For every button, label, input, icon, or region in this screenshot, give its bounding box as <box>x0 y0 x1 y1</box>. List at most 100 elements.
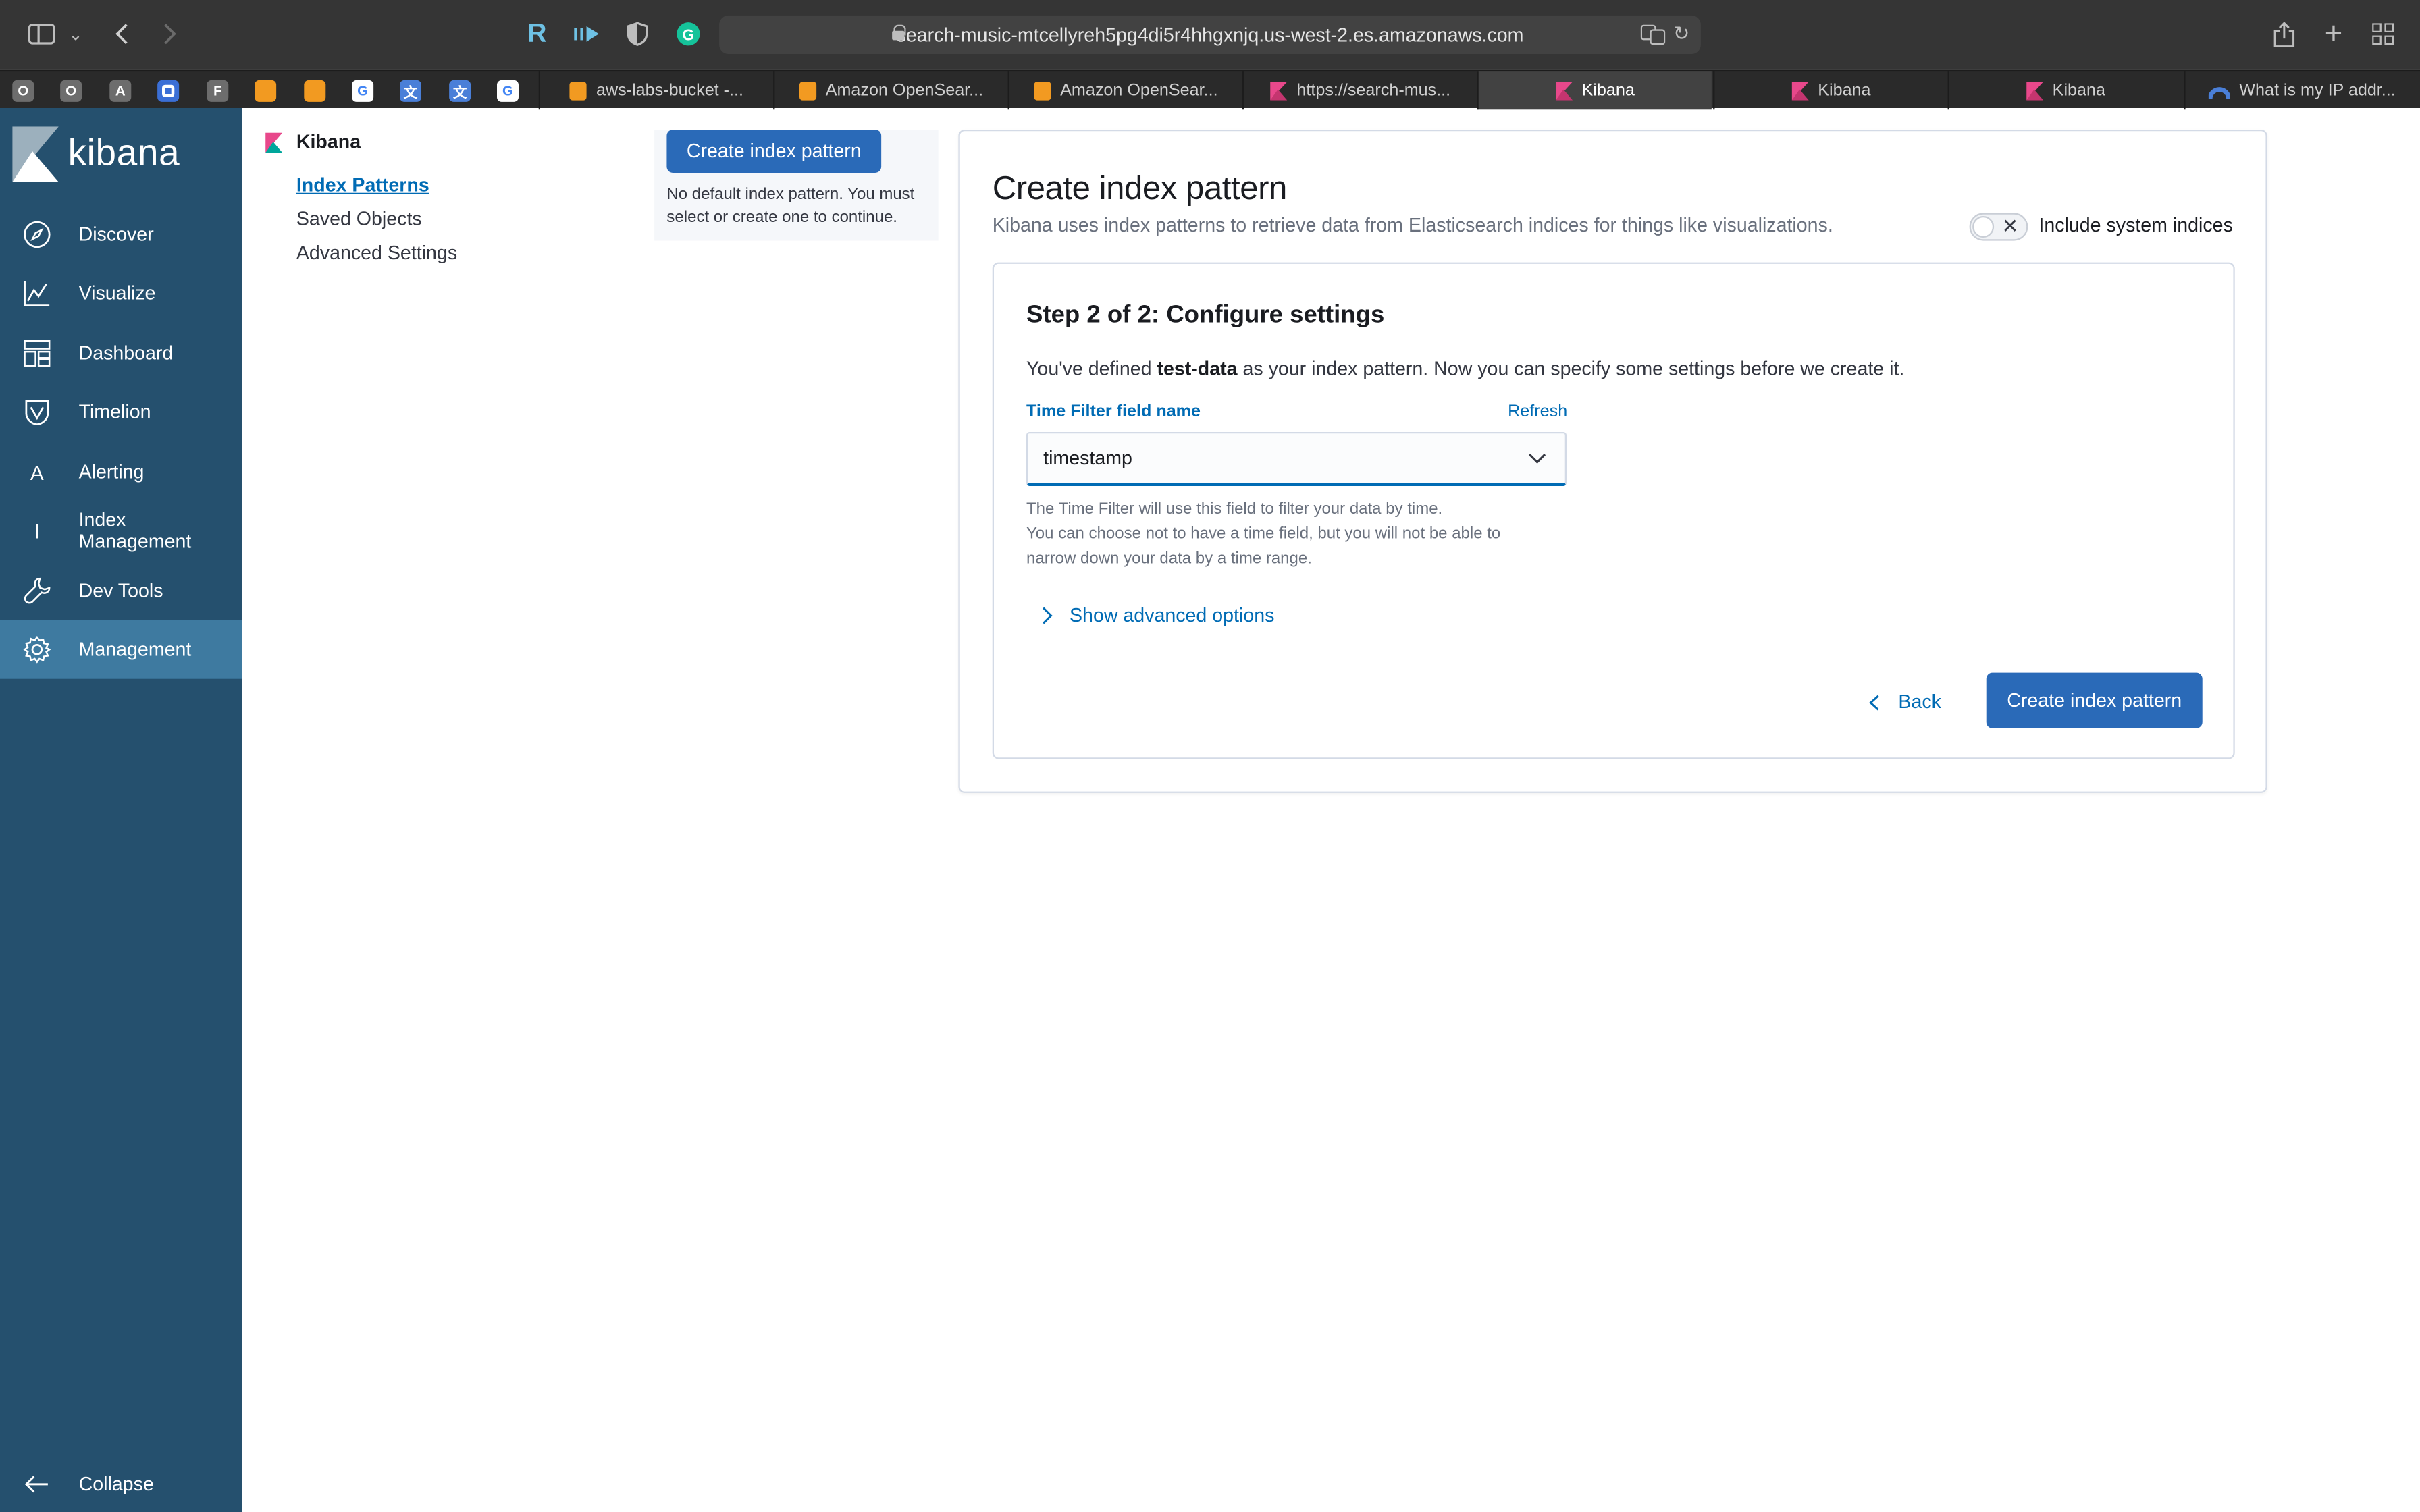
timelion-icon <box>22 396 53 427</box>
nav-label: Dashboard <box>78 342 174 364</box>
select-value: timestamp <box>1043 447 1132 469</box>
index-pattern-list: Create index pattern No default index pa… <box>654 130 939 241</box>
tab-title: Amazon OpenSear... <box>1060 81 1218 100</box>
letter-a-icon: A <box>30 460 44 484</box>
step-description: You've defined test-data as your index p… <box>1026 358 1904 379</box>
grammarly-icon[interactable]: G <box>673 17 704 51</box>
pinned-tab-google-1[interactable]: G <box>352 80 374 102</box>
nav-label: Dev Tools <box>78 580 163 602</box>
step-text-suffix: as your index pattern. Now you can speci… <box>1237 358 1905 380</box>
chevron-left-icon <box>1869 694 1879 710</box>
show-advanced-options-button[interactable]: Show advanced options <box>1041 605 1275 627</box>
pinned-tab-2[interactable]: O <box>60 80 82 102</box>
chevron-right-icon <box>1043 607 1053 624</box>
nav-label: Discover <box>78 223 154 246</box>
aws-icon <box>1034 81 1051 100</box>
address-bar[interactable]: search-music-mtcellyreh5pg4di5r4hhgxnjq.… <box>719 15 1701 54</box>
tab-title: aws-labs-bucket -... <box>596 81 743 100</box>
pinned-tab-aws-1[interactable] <box>255 80 277 102</box>
aws-icon <box>570 81 587 100</box>
nav-item-timelion[interactable]: Timelion <box>0 383 242 441</box>
pinned-tab-3[interactable]: A <box>109 80 132 102</box>
tab-title: Kibana <box>2052 81 2106 100</box>
toggle-knob <box>1972 216 1995 238</box>
tab-3[interactable]: Amazon OpenSear... <box>1007 71 1242 110</box>
tab-1[interactable]: aws-labs-bucket -... <box>538 71 773 110</box>
nav-item-discover[interactable]: Discover <box>0 205 242 264</box>
page-title: Create index pattern <box>992 169 1288 207</box>
kibana-sidenav: kibana Discover Visualize Dashboard Time… <box>0 108 242 1512</box>
tab-5-active[interactable]: Kibana <box>1477 71 1712 110</box>
nav-item-dev-tools[interactable]: Dev Tools <box>0 562 242 620</box>
tab-6[interactable]: Kibana <box>1713 71 1947 110</box>
chevron-down-icon[interactable]: ⌄ <box>65 17 86 51</box>
back-button[interactable]: Back <box>1869 674 1941 730</box>
ip-icon <box>2208 86 2230 99</box>
forward-arrow-icon[interactable] <box>153 17 186 51</box>
reload-icon[interactable]: ↻ <box>1673 22 1690 47</box>
letter-i-icon: I <box>34 519 41 543</box>
arrow-left-icon <box>22 1469 53 1500</box>
step-text-prefix: You've defined <box>1026 358 1157 380</box>
browser-toolbar: ⌄ R G search-music-mtcellyreh5pg4di5r4hh… <box>0 0 2420 70</box>
pinned-tab-translate-2[interactable]: 文 <box>449 80 471 102</box>
nav-item-management[interactable]: Management <box>0 620 242 679</box>
help-line: You can choose not to have a time field,… <box>1026 524 1501 543</box>
shield-icon[interactable] <box>622 17 653 51</box>
pinned-tab-aws-2[interactable] <box>304 80 326 102</box>
no-default-hint: No default index pattern. You must selec… <box>666 185 915 227</box>
kibana-icon <box>265 132 283 153</box>
lock-icon <box>892 24 906 40</box>
nav-item-visualize[interactable]: Visualize <box>0 264 242 323</box>
extension-play-icon[interactable] <box>571 17 602 51</box>
back-label: Back <box>1898 691 1941 713</box>
tab-4[interactable]: https://search-mus... <box>1242 71 1477 110</box>
subnav-index-patterns[interactable]: Index Patterns <box>296 174 429 196</box>
svg-text:G: G <box>683 26 695 43</box>
tab-title: https://search-mus... <box>1296 81 1451 100</box>
collapse-nav-button[interactable]: Collapse <box>0 1455 242 1512</box>
sidebar-toggle-icon[interactable] <box>25 17 59 51</box>
chart-icon <box>22 277 53 308</box>
nav-label: Index Management <box>78 509 192 553</box>
create-index-pattern-panel: Create index pattern Kibana uses index p… <box>958 130 2267 793</box>
back-arrow-icon[interactable] <box>105 17 138 51</box>
pinned-tab-translate-1[interactable]: 文 <box>400 80 421 102</box>
time-filter-select[interactable]: timestamp <box>1026 432 1567 487</box>
screen: ⌄ R G search-music-mtcellyreh5pg4di5r4hh… <box>0 0 2420 1512</box>
advanced-label: Show advanced options <box>1070 605 1275 627</box>
include-system-indices-toggle[interactable]: ✕ <box>1969 213 2028 241</box>
nav-label: Timelion <box>78 401 151 423</box>
kibana-icon <box>2026 81 2043 100</box>
tab-2[interactable]: Amazon OpenSear... <box>773 71 1007 110</box>
translate-icon[interactable] <box>1640 24 1666 50</box>
subnav-advanced-settings[interactable]: Advanced Settings <box>296 242 457 264</box>
nav-item-alerting[interactable]: A Alerting <box>0 443 242 502</box>
create-index-pattern-button[interactable]: Create index pattern <box>1986 672 2203 728</box>
kibana-logo[interactable]: kibana <box>12 126 180 182</box>
subnav-saved-objects[interactable]: Saved Objects <box>296 209 422 230</box>
refresh-link[interactable]: Refresh <box>1508 403 1567 421</box>
kibana-icon <box>1555 81 1573 100</box>
nav-label: Alerting <box>78 461 144 483</box>
nav-item-index-management[interactable]: I Index Management <box>0 502 242 560</box>
new-tab-icon[interactable]: + <box>2318 16 2349 51</box>
tab-overview-icon[interactable] <box>2367 17 2398 51</box>
create-index-pattern-button-side[interactable]: Create index pattern <box>666 130 882 173</box>
pinned-tab-google-2[interactable]: G <box>497 80 519 102</box>
tab-7[interactable]: Kibana <box>1947 71 2182 110</box>
tab-8[interactable]: What is my IP addr... <box>2184 71 2418 110</box>
chevron-down-icon <box>1529 454 1546 464</box>
kibana-logo-icon <box>12 126 59 182</box>
step-title: Step 2 of 2: Configure settings <box>1026 302 1385 329</box>
tab-title: Kibana <box>1818 81 1871 100</box>
help-line: The Time Filter will use this field to f… <box>1026 500 1443 519</box>
brand-name: kibana <box>68 132 180 175</box>
nav-item-dashboard[interactable]: Dashboard <box>0 324 242 383</box>
share-icon[interactable] <box>2269 17 2300 51</box>
pinned-tab-4[interactable] <box>157 80 180 102</box>
pinned-tab-5[interactable]: F <box>207 80 229 102</box>
extension-r-icon[interactable]: R <box>522 17 553 51</box>
nav-label: Visualize <box>78 282 156 304</box>
pinned-tab-1[interactable]: O <box>12 80 34 102</box>
